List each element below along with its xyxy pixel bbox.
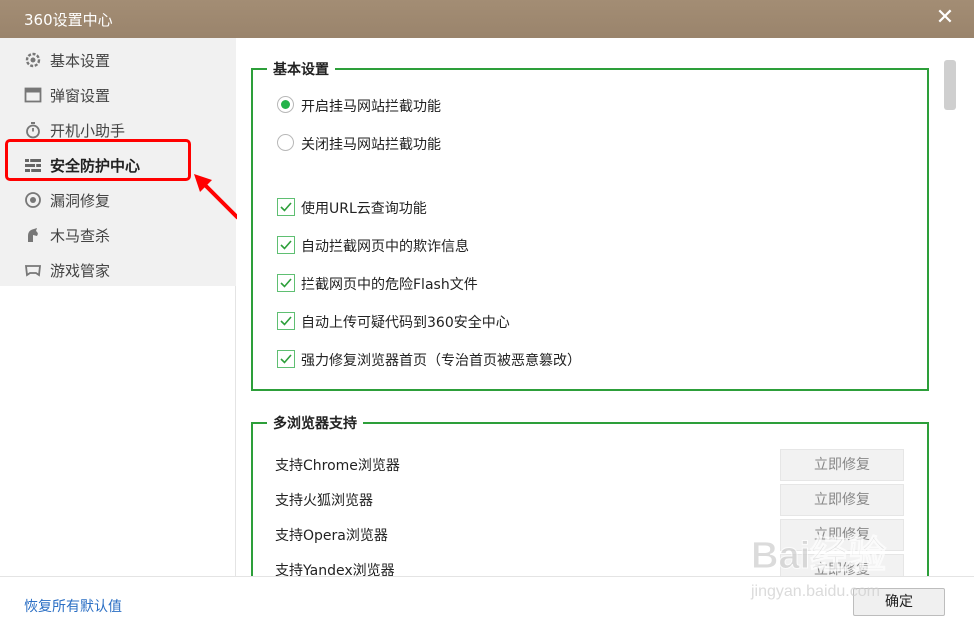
sidebar-item-basic-settings[interactable]: 基本设置 [0,42,236,77]
checkbox-upload-suspicious-code[interactable]: 自动上传可疑代码到360安全中心 [277,311,557,333]
patch-icon [24,191,42,209]
vertical-scrollbar[interactable] [944,60,956,570]
radio-button-checked[interactable] [277,96,294,113]
sidebar-item-popup-settings[interactable]: 弹窗设置 [0,77,236,112]
checkbox-label: 强力修复浏览器首页（专治首页被恶意篡改） [301,353,581,369]
baidu-jingyan-watermark: Bai经验 jingyan.baidu.com [750,535,887,601]
sidebar-item-label: 弹窗设置 [50,87,111,105]
highlight-box [5,139,191,181]
checkbox-checked[interactable] [277,312,295,330]
browser-label: 支持Yandex浏览器 [275,563,395,576]
browser-row-firefox: 支持火狐浏览器 立即修复 [275,484,915,518]
checkbox-checked[interactable] [277,350,295,368]
sidebar-item-label: 漏洞修复 [50,192,111,210]
browser-label: 支持火狐浏览器 [275,493,373,509]
sidebar-item-label: 开机小助手 [50,122,126,140]
gamepad-icon [24,261,42,279]
fix-now-button[interactable]: 立即修复 [780,449,904,481]
sidebar-item-game-manager[interactable]: 游戏管家 [0,252,236,287]
title-bar: 360设置中心 ✕ [0,0,974,38]
group-legend: 基本设置 [267,59,335,79]
browser-label: 支持Opera浏览器 [275,528,388,544]
watermark-url: jingyan.baidu.com [750,583,880,600]
checkbox-block-fraud[interactable]: 自动拦截网页中的欺诈信息 [277,235,517,257]
restore-defaults-link[interactable]: 恢复所有默认值 [24,596,122,616]
checkbox-label: 拦截网页中的危险Flash文件 [301,277,478,293]
checkbox-block-flash[interactable]: 拦截网页中的危险Flash文件 [277,273,537,295]
gear-icon [24,51,42,69]
window-title: 360设置中心 [24,11,113,29]
basic-settings-group: 基本设置 开启挂马网站拦截功能 关闭挂马网站拦截功能 使用URL云查询功能 自动… [251,59,929,391]
sidebar-item-label: 基本设置 [50,52,111,70]
checkbox-checked[interactable] [277,274,295,292]
sidebar-empty-area [0,286,236,576]
horse-icon [24,226,42,244]
browser-label: 支持Chrome浏览器 [275,458,400,474]
radio-enable-block[interactable]: 开启挂马网站拦截功能 [277,95,497,117]
radio-disable-block[interactable]: 关闭挂马网站拦截功能 [277,133,497,155]
watermark-brand: Bai经验 [751,535,886,577]
radio-button[interactable] [277,134,294,151]
checkbox-label: 自动拦截网页中的欺诈信息 [301,239,469,255]
checkbox-checked[interactable] [277,236,295,254]
sidebar-item-label: 游戏管家 [50,262,111,280]
scrollbar-thumb[interactable] [944,60,956,110]
fix-now-button[interactable]: 立即修复 [780,484,904,516]
radio-label: 关闭挂马网站拦截功能 [301,137,441,153]
group-legend: 多浏览器支持 [267,413,363,433]
content-panel: 基本设置 开启挂马网站拦截功能 关闭挂马网站拦截功能 使用URL云查询功能 自动… [237,38,974,576]
window-icon [24,86,42,104]
radio-label: 开启挂马网站拦截功能 [301,99,441,115]
sidebar-item-label: 木马查杀 [50,227,111,245]
checkbox-label: 自动上传可疑代码到360安全中心 [301,315,510,331]
close-icon[interactable]: ✕ [934,5,956,31]
browser-row-chrome: 支持Chrome浏览器 立即修复 [275,449,915,483]
checkbox-url-cloud-query[interactable]: 使用URL云查询功能 [277,197,477,219]
checkbox-repair-homepage[interactable]: 强力修复浏览器首页（专治首页被恶意篡改） [277,349,637,371]
checkbox-checked[interactable] [277,198,295,216]
stopwatch-icon [24,121,42,139]
annotation-arrow [194,174,240,220]
checkbox-label: 使用URL云查询功能 [301,201,427,217]
